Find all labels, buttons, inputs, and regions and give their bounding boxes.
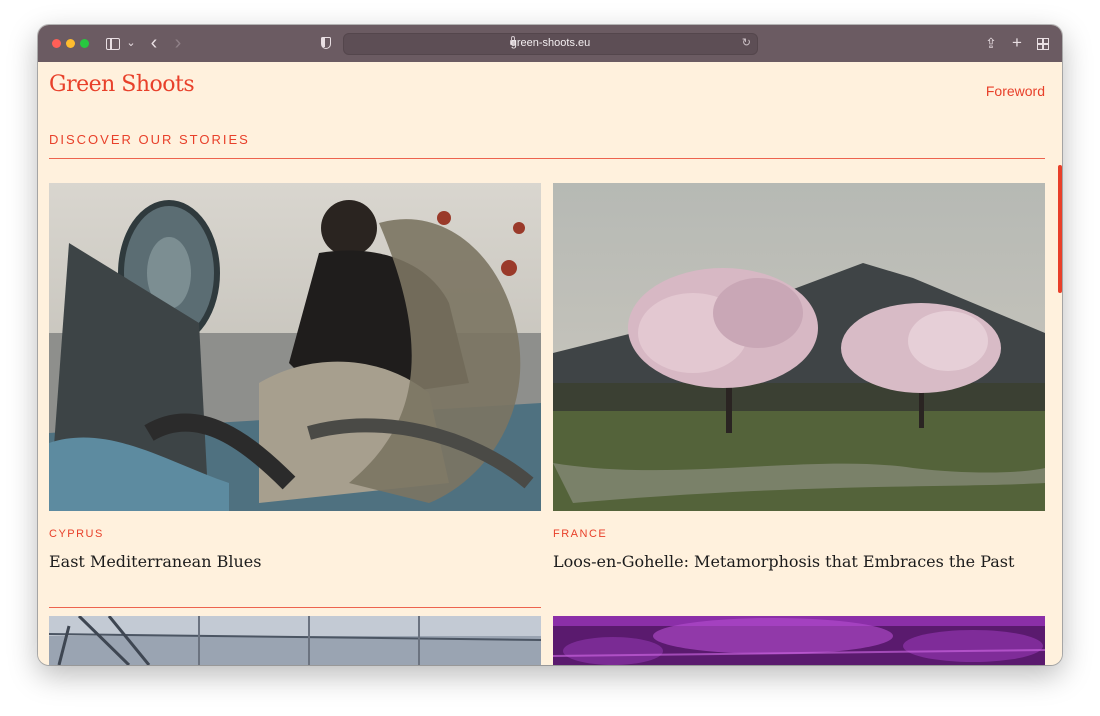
reload-icon[interactable]: ↻ bbox=[742, 36, 751, 49]
story-title[interactable]: East Mediterranean Blues bbox=[49, 552, 261, 571]
forward-icon[interactable]: › bbox=[171, 33, 185, 53]
story-image-vertical-farm[interactable] bbox=[553, 616, 1045, 665]
zoom-window-button[interactable] bbox=[80, 39, 89, 48]
nav-foreword-link[interactable]: Foreword bbox=[986, 83, 1045, 99]
story-card-partial-vertical-farm[interactable] bbox=[553, 616, 1045, 665]
sidebar-icon[interactable] bbox=[106, 38, 120, 50]
minimize-window-button[interactable] bbox=[66, 39, 75, 48]
share-icon[interactable]: ⇪ bbox=[984, 33, 998, 53]
close-window-button[interactable] bbox=[52, 39, 61, 48]
story-card-france[interactable]: FRANCE Loos-en-Gohelle: Metamorphosis th… bbox=[553, 183, 1045, 603]
chevron-down-icon[interactable]: ⌄ bbox=[126, 33, 136, 53]
story-country: FRANCE bbox=[553, 528, 608, 540]
page-scrollbar[interactable] bbox=[1058, 165, 1062, 293]
story-country: CYPRUS bbox=[49, 528, 104, 540]
story-card-partial-greenhouse[interactable] bbox=[49, 616, 541, 665]
section-divider bbox=[49, 158, 1045, 159]
back-icon[interactable]: ‹ bbox=[147, 33, 161, 53]
address-bar[interactable]: green-shoots.eu ↻ bbox=[343, 33, 758, 55]
web-page: Green Shoots Foreword DISCOVER OUR STORI… bbox=[38, 62, 1062, 665]
story-image-greenhouse[interactable] bbox=[49, 616, 541, 665]
shield-icon[interactable] bbox=[321, 37, 331, 49]
card-divider bbox=[49, 607, 541, 608]
story-image-fisherman[interactable] bbox=[49, 183, 541, 511]
section-title: DISCOVER OUR STORIES bbox=[49, 132, 250, 147]
story-card-cyprus[interactable]: CYPRUS East Mediterranean Blues bbox=[49, 183, 541, 603]
browser-window: ⌄ ‹ › green-shoots.eu ↻ ⇪ + Green Shoots… bbox=[38, 25, 1062, 665]
new-tab-icon[interactable]: + bbox=[1010, 33, 1024, 53]
browser-toolbar: ⌄ ‹ › green-shoots.eu ↻ ⇪ + bbox=[38, 25, 1062, 63]
tab-overview-icon[interactable] bbox=[1037, 38, 1049, 50]
story-image-cherry-trees[interactable] bbox=[553, 183, 1045, 511]
site-logo[interactable]: Green Shoots bbox=[49, 72, 195, 97]
url-text: green-shoots.eu bbox=[510, 37, 591, 49]
story-title[interactable]: Loos-en-Gohelle: Metamorphosis that Embr… bbox=[553, 552, 1014, 571]
